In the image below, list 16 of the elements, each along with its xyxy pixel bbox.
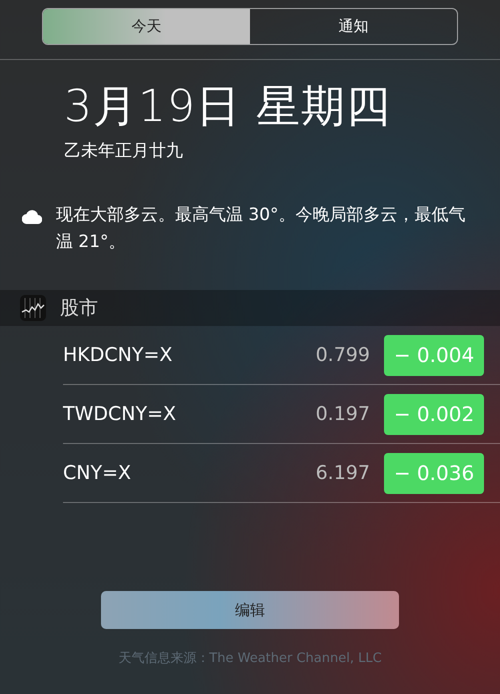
segment-tab[interactable]: 通知 bbox=[250, 9, 457, 44]
stock-price: 0.799 bbox=[316, 343, 370, 368]
date-heading: 3月19日 星期四 bbox=[64, 82, 392, 133]
stock-price: 6.197 bbox=[316, 461, 370, 486]
stock-symbol: TWDCNY=X bbox=[63, 402, 178, 428]
lunar-date: 乙未年正月廿九 bbox=[64, 140, 184, 163]
stocks-app-icon bbox=[20, 295, 46, 322]
stock-price: 0.197 bbox=[316, 402, 370, 428]
cloud-icon bbox=[22, 210, 42, 224]
weather-summary: 现在大部多云。最高气温 30°。今晚局部多云，最低气温 21°。 bbox=[56, 204, 467, 254]
segment-tab[interactable]: 今天 bbox=[43, 9, 250, 44]
widget-title: 股市 bbox=[60, 296, 98, 322]
weather-source-note: 天气信息来源：The Weather Channel, LLC bbox=[117, 650, 383, 668]
stock-symbol: CNY=X bbox=[63, 461, 132, 486]
stock-symbol: HKDCNY=X bbox=[63, 343, 174, 368]
edit-button[interactable]: 编辑 bbox=[101, 591, 399, 630]
